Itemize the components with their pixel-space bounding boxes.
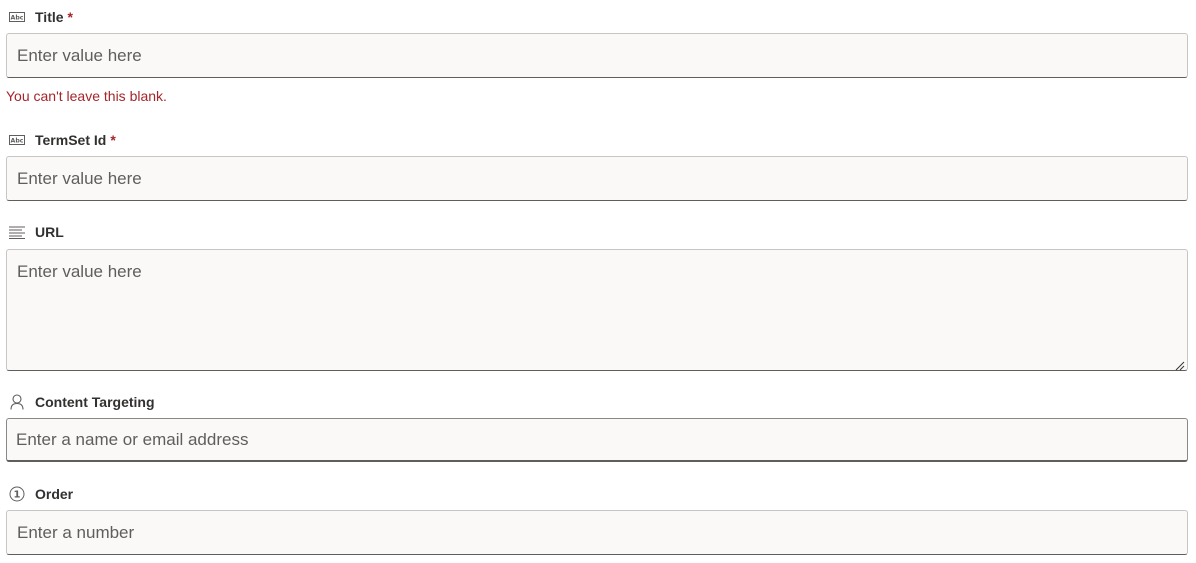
order-label: Order <box>35 486 74 502</box>
termset-id-input[interactable] <box>6 156 1188 201</box>
targeting-label-row: Content Targeting <box>6 392 155 412</box>
text-abc-icon: Abc <box>8 133 26 147</box>
required-marker: * <box>67 9 73 25</box>
termset-label-row: Abc TermSet Id * <box>6 130 116 150</box>
url-textarea-wrapper <box>6 249 1188 371</box>
svg-text:Abc: Abc <box>11 138 24 145</box>
people-picker-input[interactable] <box>6 418 1188 462</box>
order-number-input[interactable] <box>6 510 1188 555</box>
person-icon <box>8 394 26 410</box>
title-input[interactable] <box>6 33 1188 78</box>
targeting-label: Content Targeting <box>35 394 155 410</box>
url-label: URL <box>35 224 64 240</box>
termset-label: TermSet Id <box>35 132 107 148</box>
title-error-message: You can't leave this blank. <box>6 88 167 104</box>
required-marker: * <box>110 132 116 148</box>
url-label-row: URL <box>6 222 64 242</box>
number-icon: 1 <box>8 486 26 502</box>
url-textarea[interactable] <box>6 249 1188 371</box>
svg-text:Abc: Abc <box>11 15 24 22</box>
title-label-row: Abc Title * <box>6 7 73 27</box>
text-abc-icon: Abc <box>8 10 26 24</box>
multiline-text-icon <box>8 225 26 239</box>
svg-text:1: 1 <box>14 490 21 501</box>
resize-handle-icon[interactable] <box>1175 358 1185 371</box>
title-label: Title <box>35 9 64 25</box>
order-label-row: 1 Order <box>6 484 73 504</box>
